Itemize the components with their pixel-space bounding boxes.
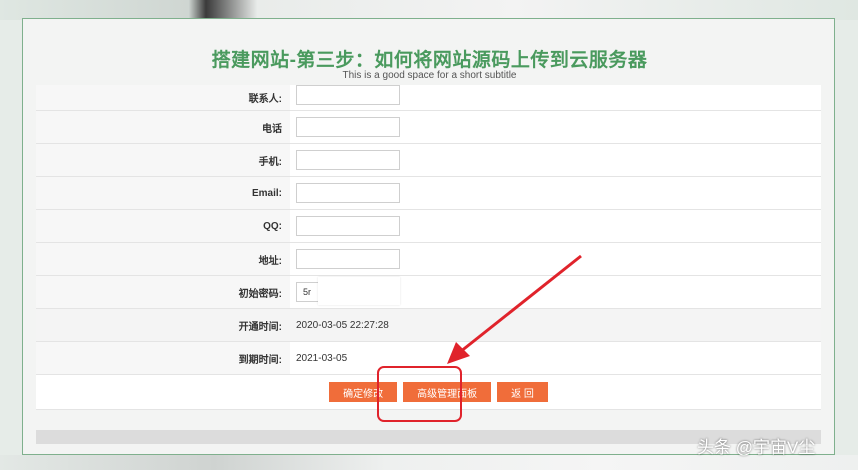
back-button[interactable]: 返 回 xyxy=(497,382,548,402)
email-row: Email: xyxy=(36,177,821,210)
email-label: Email: xyxy=(36,177,290,209)
background-top xyxy=(0,0,858,20)
contact-label: 联系人: xyxy=(36,85,290,110)
mobile-label: 手机: xyxy=(36,144,290,176)
account-form: 联系人: 电话 手机: Email: QQ: 地址: 初始密码: 5r 开通时间… xyxy=(36,84,821,410)
open-time-label: 开通时间: xyxy=(36,309,290,341)
password-redaction xyxy=(318,277,400,305)
qq-input[interactable] xyxy=(296,216,400,236)
contact-input[interactable] xyxy=(296,84,400,105)
phone-row: 电话 xyxy=(36,111,821,144)
qq-row: QQ: xyxy=(36,210,821,243)
email-input[interactable] xyxy=(296,183,400,203)
page-title: 搭建网站-第三步：如何将网站源码上传到云服务器 xyxy=(211,50,648,71)
address-label: 地址: xyxy=(36,243,290,275)
address-input[interactable] xyxy=(296,249,400,269)
mobile-input[interactable] xyxy=(296,150,400,170)
password-label: 初始密码: xyxy=(36,276,290,308)
open-time-row: 开通时间: 2020-03-05 22:27:28 xyxy=(36,309,821,342)
contact-row: 联系人: xyxy=(36,84,821,111)
expire-time-value: 2021-03-05 xyxy=(290,342,821,374)
address-row: 地址: xyxy=(36,243,821,276)
qq-label: QQ: xyxy=(36,210,290,242)
open-time-value: 2020-03-05 22:27:28 xyxy=(290,309,821,341)
phone-input[interactable] xyxy=(296,117,400,137)
highlight-box xyxy=(377,366,462,422)
mobile-row: 手机: xyxy=(36,144,821,177)
expire-time-label: 到期时间: xyxy=(36,342,290,374)
password-field-wrap xyxy=(296,277,400,305)
password-row: 初始密码: xyxy=(36,276,821,309)
watermark: 头条 @宇宙V尘 xyxy=(697,438,816,457)
page-subtitle: This is a good space for a short subtitl… xyxy=(342,70,517,81)
phone-label: 电话 xyxy=(36,111,290,143)
